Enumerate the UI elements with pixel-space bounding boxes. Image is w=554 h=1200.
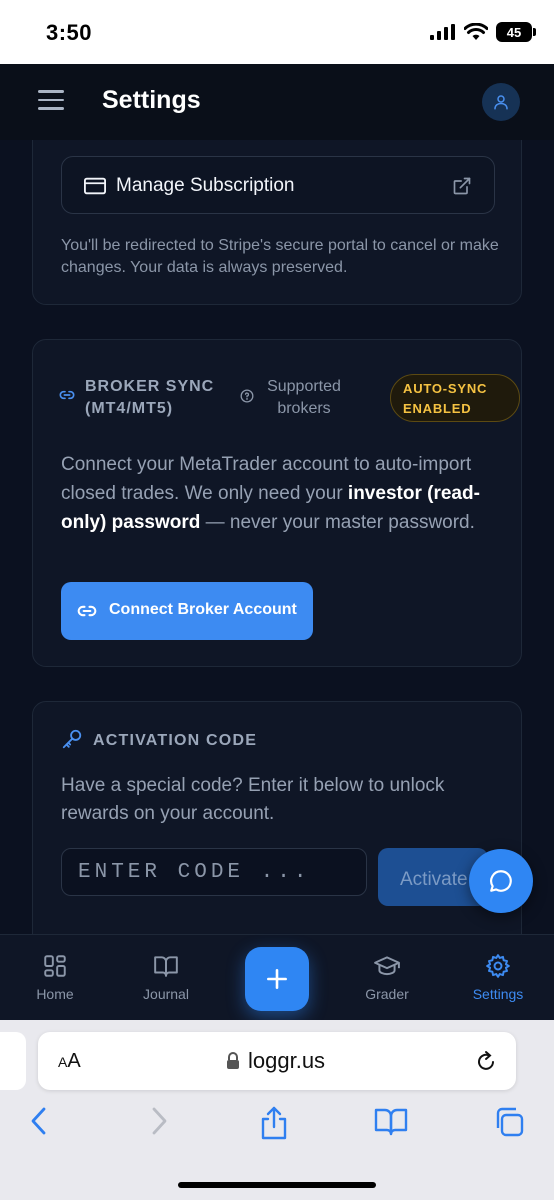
- wifi-icon: [464, 23, 488, 40]
- back-icon[interactable]: [28, 1106, 50, 1136]
- avatar[interactable]: [482, 83, 520, 121]
- broker-sync-header: BROKER SYNC (MT4/MT5) Supported brokers …: [59, 374, 520, 424]
- nav-label-grader: Grader: [365, 986, 409, 1002]
- activation-code-description: Have a special code? Enter it below to u…: [61, 775, 445, 824]
- ios-status-bar: 3:50 45: [0, 0, 554, 64]
- nav-label-home: Home: [36, 986, 74, 1002]
- address-bar[interactable]: AA loggr.us: [38, 1032, 516, 1090]
- link-icon: [77, 605, 97, 617]
- nav-item-home[interactable]: Home: [10, 953, 100, 1002]
- subscription-card: Manage Subscription You'll be redirected…: [32, 140, 522, 305]
- credit-card-icon: [84, 177, 106, 195]
- broker-sync-description: Connect your MetaTrader account to auto-…: [61, 450, 491, 537]
- home-indicator: [178, 1182, 376, 1188]
- battery-level: 45: [506, 24, 522, 40]
- nav-item-grader[interactable]: Grader: [342, 953, 432, 1002]
- supported-brokers-link[interactable]: Supported brokers: [259, 376, 349, 420]
- gear-icon: [486, 954, 510, 978]
- help-circle-icon[interactable]: [240, 389, 254, 403]
- activation-code-input[interactable]: [61, 848, 367, 896]
- status-icons: 45: [430, 22, 536, 42]
- settings-content[interactable]: Manage Subscription You'll be redirected…: [0, 140, 554, 934]
- manage-subscription-button[interactable]: Manage Subscription: [61, 156, 495, 214]
- key-icon: [62, 729, 82, 749]
- connect-broker-button[interactable]: Connect Broker Account: [61, 582, 313, 640]
- status-time: 3:50: [46, 20, 93, 45]
- broker-sync-title: BROKER SYNC (MT4/MT5): [85, 378, 215, 417]
- url-display[interactable]: loggr.us: [226, 1048, 325, 1074]
- lock-icon: [227, 1052, 239, 1069]
- connect-broker-label: Connect Broker Account: [109, 601, 297, 618]
- bookmarks-icon[interactable]: [374, 1106, 408, 1136]
- chat-button[interactable]: [469, 849, 533, 913]
- activation-code-card: ACTIVATION CODE Have a special code? Ent…: [32, 701, 522, 934]
- plus-icon: [267, 969, 287, 989]
- graduation-cap-icon: [374, 956, 400, 976]
- grid-icon: [44, 955, 66, 977]
- stripe-redirect-note: You'll be redirected to Stripe's secure …: [61, 237, 499, 276]
- app-header: Settings: [0, 64, 554, 140]
- broker-sync-card: BROKER SYNC (MT4/MT5) Supported brokers …: [32, 339, 522, 667]
- user-icon: [494, 95, 508, 110]
- browser-nav-tools: [0, 1106, 554, 1146]
- manage-subscription-label: Manage Subscription: [116, 175, 295, 196]
- nav-item-journal[interactable]: Journal: [121, 953, 211, 1002]
- bottom-navigation: Home Journal Grader Settings: [0, 934, 554, 1020]
- forward-icon[interactable]: [148, 1106, 170, 1136]
- tabs-icon[interactable]: [493, 1106, 525, 1138]
- nav-item-settings[interactable]: Settings: [453, 953, 543, 1002]
- browser-toolbar: AA loggr.us: [0, 1020, 554, 1200]
- cellular-signal-icon: [430, 24, 455, 40]
- nav-label-settings: Settings: [472, 986, 524, 1002]
- external-link-icon: [453, 177, 471, 195]
- nav-label-journal: Journal: [143, 986, 189, 1002]
- link-icon: [59, 390, 75, 400]
- chat-bubble-icon: [490, 870, 512, 892]
- broker-sync-desc-end: — never your master password.: [200, 512, 475, 533]
- battery-icon: 45: [496, 22, 536, 42]
- reload-icon[interactable]: [474, 1048, 498, 1074]
- share-icon[interactable]: [259, 1106, 289, 1140]
- book-icon: [154, 956, 178, 977]
- hamburger-menu-icon[interactable]: [38, 90, 64, 114]
- activation-code-title: ACTIVATION CODE: [93, 732, 258, 749]
- previous-tab-peek[interactable]: [0, 1032, 26, 1090]
- add-trade-button[interactable]: [245, 947, 309, 1011]
- auto-sync-status-badge: AUTO-SYNC ENABLED: [390, 374, 520, 422]
- url-text: loggr.us: [248, 1048, 326, 1073]
- text-size-button[interactable]: AA: [58, 1050, 81, 1073]
- page-title: Settings: [102, 86, 201, 114]
